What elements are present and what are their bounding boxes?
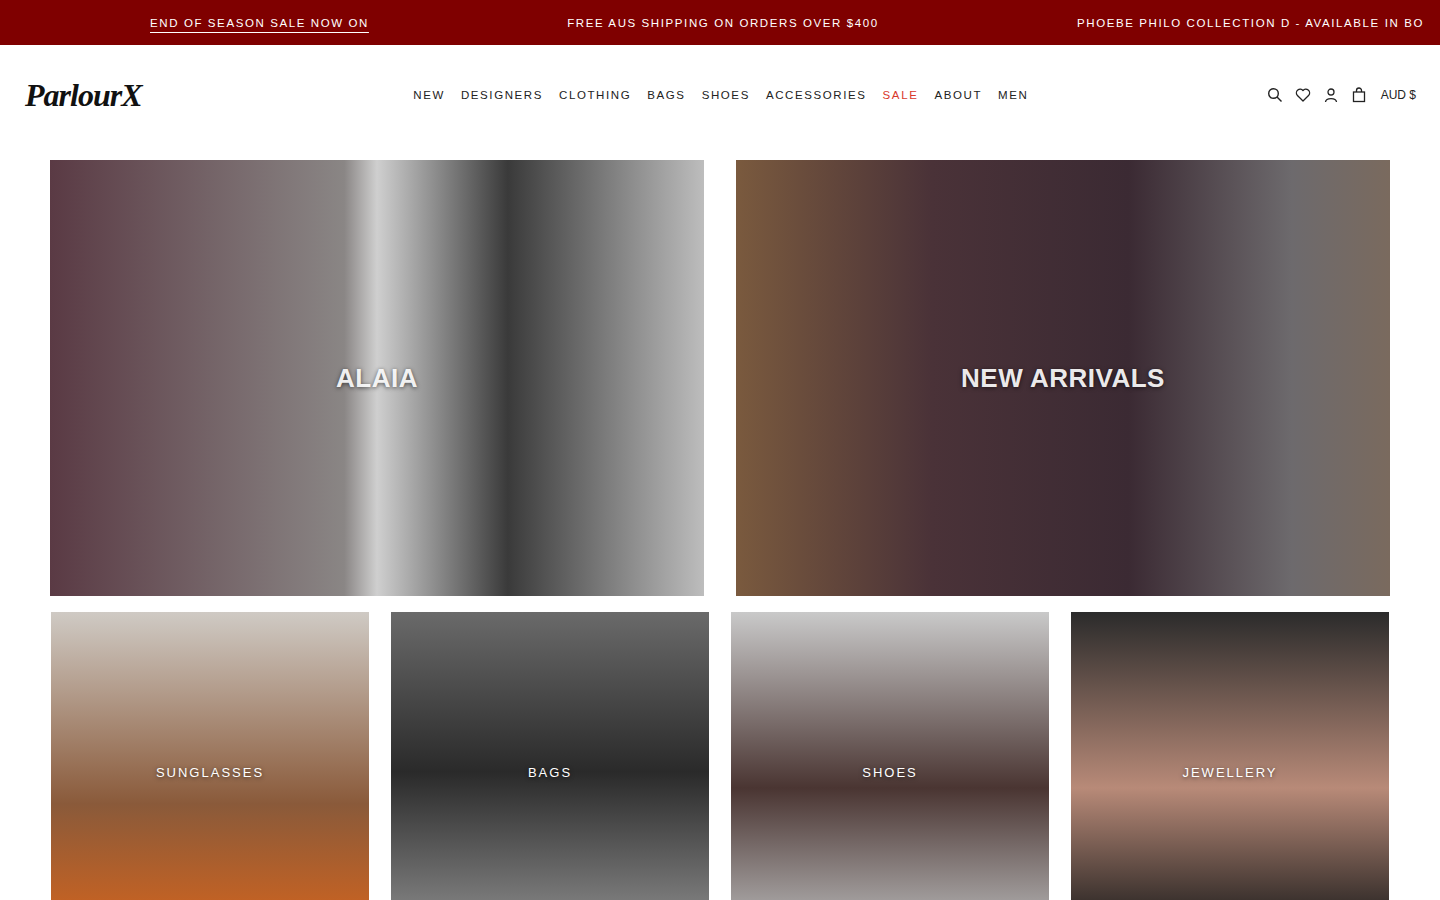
category-grid: SUNGLASSES BAGS SHOES JEWELLERY xyxy=(51,612,1389,900)
nav-item[interactable]: CLOTHING xyxy=(559,89,631,101)
tile-label: JEWELLERY xyxy=(1182,765,1277,780)
tile-label: ALAIA xyxy=(336,363,418,394)
tile-label: BAGS xyxy=(528,765,572,780)
page: END OF SEASON SALE NOW ON FREE AUS SHIPPI… xyxy=(0,0,1440,900)
nav-item[interactable]: NEW xyxy=(413,89,445,101)
tile-label: NEW ARRIVALS xyxy=(961,363,1165,394)
nav-item[interactable]: ABOUT xyxy=(934,89,982,101)
nav-item[interactable]: MEN xyxy=(998,89,1028,101)
search-icon[interactable] xyxy=(1267,87,1283,103)
tile-label: SHOES xyxy=(862,765,918,780)
heart-icon[interactable] xyxy=(1295,87,1311,103)
hero-grid: ALAIA NEW ARRIVALS xyxy=(50,160,1390,596)
nav-item[interactable]: SHOES xyxy=(702,89,750,101)
currency-selector[interactable]: AUD $ xyxy=(1381,88,1416,102)
account-icon[interactable] xyxy=(1323,87,1339,103)
category-tile[interactable]: BAGS xyxy=(391,612,709,900)
announcement-bar: END OF SEASON SALE NOW ON FREE AUS SHIPPI… xyxy=(0,0,1440,45)
bag-icon[interactable] xyxy=(1351,87,1367,103)
nav-item[interactable]: ACCESSORIES xyxy=(766,89,867,101)
announcement-message: FREE AUS SHIPPING ON ORDERS OVER $400 xyxy=(567,17,879,29)
nav-item[interactable]: DESIGNERS xyxy=(461,89,543,101)
announcement-message[interactable]: END OF SEASON SALE NOW ON xyxy=(150,17,369,29)
hero-tile[interactable]: ALAIA xyxy=(50,160,704,596)
category-tile[interactable]: SHOES xyxy=(731,612,1049,900)
tile-label: SUNGLASSES xyxy=(156,765,264,780)
announcement-message: PHOEBE PHILO COLLECTION D - AVAILABLE IN… xyxy=(1077,17,1424,29)
header-tools: AUD $ xyxy=(1267,87,1416,103)
nav-item[interactable]: SALE xyxy=(883,89,919,101)
main-nav: NEW DESIGNERS CLOTHING BAGS SHOES ACCESSORIES… xyxy=(413,89,1028,101)
hero-tile[interactable]: NEW ARRIVALS xyxy=(736,160,1390,596)
nav-item[interactable]: BAGS xyxy=(647,89,685,101)
category-tile[interactable]: SUNGLASSES xyxy=(51,612,369,900)
category-tile[interactable]: JEWELLERY xyxy=(1071,612,1389,900)
site-header: ParlourX NEW DESIGNERS CLOTHING BAGS SHOES ACC… xyxy=(0,45,1440,145)
logo[interactable]: ParlourX xyxy=(25,77,175,114)
